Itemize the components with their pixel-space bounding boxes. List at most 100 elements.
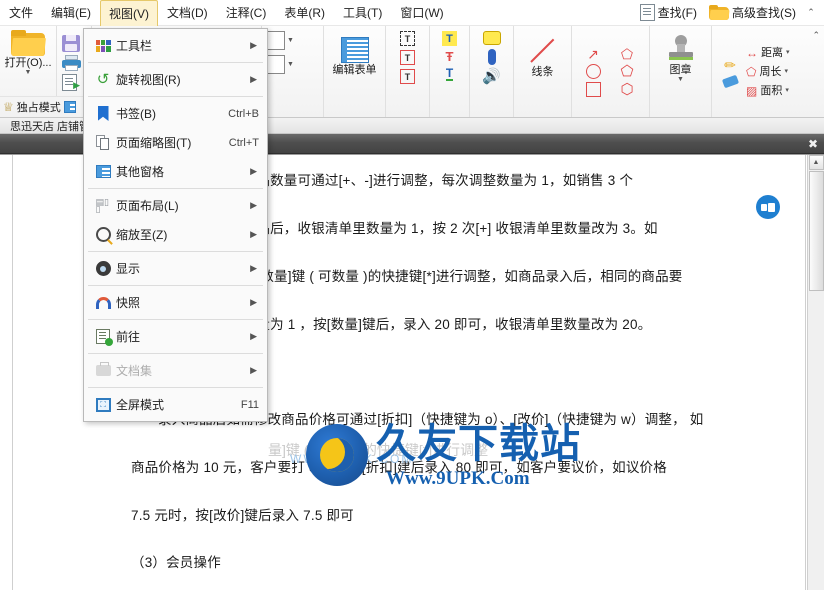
export-document-icon[interactable]: ▶ (62, 74, 80, 91)
submenu-arrow-icon: ▶ (250, 74, 257, 84)
pencil-icon[interactable]: ✏ (724, 58, 736, 72)
vertical-scrollbar[interactable]: ▲ (807, 155, 824, 590)
strikeout-icon[interactable]: Ŧ (446, 50, 454, 63)
exclusive-mode-button[interactable]: ♕ 独占模式 (0, 96, 91, 117)
line-tool-button[interactable]: 线条 (518, 29, 567, 78)
find-document-icon (639, 4, 655, 21)
underline-icon[interactable]: T (445, 67, 454, 81)
menu-option-display[interactable]: 显示 ▶ (84, 254, 267, 283)
menu-option-fullscreen[interactable]: ⛶ 全屏模式 F11 (84, 390, 267, 419)
ribbon-group-select: ▼ ▼ (262, 26, 324, 117)
perimeter-label: 周长 (759, 66, 782, 78)
doc-line: 7.5 元时，按[改价]键后录入 7.5 即可 (131, 508, 354, 523)
open-button[interactable]: 打开(O)... ▼ (0, 26, 56, 76)
menu-option-toolbar[interactable]: 工具栏 ▶ (84, 31, 267, 60)
stamp-button[interactable]: 图章 ▼ (654, 29, 707, 83)
panel-icon[interactable] (63, 101, 76, 113)
menu-option-zoom-to[interactable]: 缩放至(Z) ▶ (84, 220, 267, 249)
save-icon[interactable] (62, 35, 80, 52)
crown-icon: ♕ (3, 100, 14, 114)
menu-option-goto[interactable]: 前往 ▶ (84, 322, 267, 351)
zoom-to-icon (90, 227, 116, 242)
perimeter-button[interactable]: ⬠ 周长 ▾ (744, 64, 792, 80)
line-label: 线条 (531, 66, 554, 78)
stamp-caret-icon[interactable]: ▼ (677, 76, 684, 83)
submenu-arrow-icon: ▶ (250, 40, 257, 50)
open-dropdown-caret-icon[interactable]: ▼ (25, 69, 32, 76)
rotate-view-icon: ↺ (96, 70, 110, 88)
printer-icon[interactable] (62, 55, 81, 71)
arrow-icon[interactable]: ↗ (587, 47, 599, 61)
menu-option-rotate-view[interactable]: ↺ 旋转视图(R) ▶ (84, 65, 267, 94)
menu-item-comment[interactable]: 注释(C) (217, 0, 276, 26)
line-icon (529, 37, 557, 65)
ribbon-group-file: 打开(O)... ▼ ▶ ♕ 独占模式 (0, 26, 92, 117)
folder-open-icon (11, 30, 46, 56)
menu-item-view[interactable]: 视图(V) (100, 0, 159, 26)
menu-item-form[interactable]: 表单(R) (275, 0, 334, 26)
distance-button[interactable]: ↔ 距离 ▾ (744, 45, 792, 61)
page-thumbnail-icon (90, 135, 116, 150)
scrollbar-thumb[interactable] (808, 171, 824, 291)
ribbon-group-line: 线条 (514, 26, 572, 117)
cloud-shape-icon[interactable]: ⬡ (620, 82, 633, 97)
menu-option-bookmark[interactable]: 书签(B) Ctrl+B (84, 99, 267, 128)
document-case-icon (90, 362, 116, 376)
distance-icon: ↔ (746, 46, 758, 60)
text-box-icon[interactable]: T (400, 50, 415, 65)
menu-option-other-panes[interactable]: 其他窗格 ▶ (84, 157, 267, 186)
ribbon-collapse-icon[interactable]: ⌃ (812, 30, 820, 41)
eraser-icon[interactable] (721, 74, 739, 89)
menu-option-label: 工具栏 (116, 39, 153, 53)
menu-separator (88, 387, 263, 388)
image-text-caret-icon[interactable]: ▼ (287, 61, 294, 68)
menu-item-file[interactable]: 文件 (0, 0, 42, 26)
submenu-arrow-icon: ▶ (250, 263, 257, 273)
close-icon[interactable]: ✖ (808, 138, 818, 150)
image-text-icon[interactable] (266, 55, 285, 74)
rectangle-icon[interactable] (585, 82, 601, 97)
exclusive-mode-label: 独占模式 (16, 102, 61, 114)
highlight-text-icon[interactable]: T (442, 31, 457, 46)
submenu-arrow-icon: ▶ (250, 229, 257, 239)
submenu-arrow-icon: ▶ (250, 166, 257, 176)
text-insert-icon[interactable]: T (400, 69, 415, 84)
advanced-find-button[interactable]: 高级查找(S) (705, 2, 800, 23)
menu-item-edit[interactable]: 编辑(E) (42, 0, 100, 26)
ribbon-group-notes: 🔊 (470, 26, 514, 117)
sound-icon[interactable]: 🔊 (482, 69, 501, 84)
menu-option-document-case: 文档集 ▶ (84, 356, 267, 385)
menu-option-label: 书签(B) (116, 107, 156, 121)
menu-item-window[interactable]: 窗口(W) (391, 0, 452, 26)
menu-option-snapshot[interactable]: 快照 ▶ (84, 288, 267, 317)
attachment-icon[interactable] (487, 49, 496, 65)
doc-line: 通过[数量]键 ( 可数量 )的快捷键[*]进行调整，如商品录入后，相同的商品要 (229, 269, 683, 284)
stamp-label: 图章 (669, 64, 692, 76)
area-caret-icon[interactable]: ▾ (785, 87, 789, 94)
area-button[interactable]: ▨ 面积 ▾ (744, 83, 792, 99)
menu-item-tools[interactable]: 工具(T) (334, 0, 391, 26)
menu-option-page-thumbnails[interactable]: 页面缩略图(T) Ctrl+T (84, 128, 267, 157)
ribbon-group-form: 编辑表单 (324, 26, 386, 117)
compare-documents-icon[interactable] (756, 195, 780, 219)
menu-separator (88, 251, 263, 252)
collapse-ribbon-icon[interactable]: ⌃ (804, 7, 818, 18)
distance-caret-icon[interactable]: ▾ (786, 49, 790, 56)
sticky-note-icon[interactable] (482, 31, 501, 45)
circle-icon[interactable] (585, 64, 601, 79)
menu-option-page-layout[interactable]: ▤▯ ▯ 页面布局(L) ▶ (84, 191, 267, 220)
text-edit-icon[interactable]: T (400, 31, 415, 46)
scroll-up-button[interactable]: ▲ (808, 155, 824, 170)
menu-item-document[interactable]: 文档(D) (158, 0, 217, 26)
menu-option-shortcut: Ctrl+B (228, 107, 259, 120)
ribbon-group-stamp: 图章 ▼ (650, 26, 712, 117)
polygon-icon[interactable]: ⬠ (620, 64, 633, 79)
select-annotation-icon[interactable] (266, 31, 285, 50)
edit-form-button[interactable]: 编辑表单 (328, 29, 381, 76)
find-button[interactable]: 查找(F) (636, 2, 701, 23)
menu-option-label: 缩放至(Z) (116, 228, 168, 242)
polyline-icon[interactable]: ⬠ (621, 47, 633, 61)
submenu-arrow-icon: ▶ (250, 331, 257, 341)
select-caret-icon[interactable]: ▼ (287, 37, 294, 44)
perimeter-caret-icon[interactable]: ▾ (784, 68, 788, 75)
